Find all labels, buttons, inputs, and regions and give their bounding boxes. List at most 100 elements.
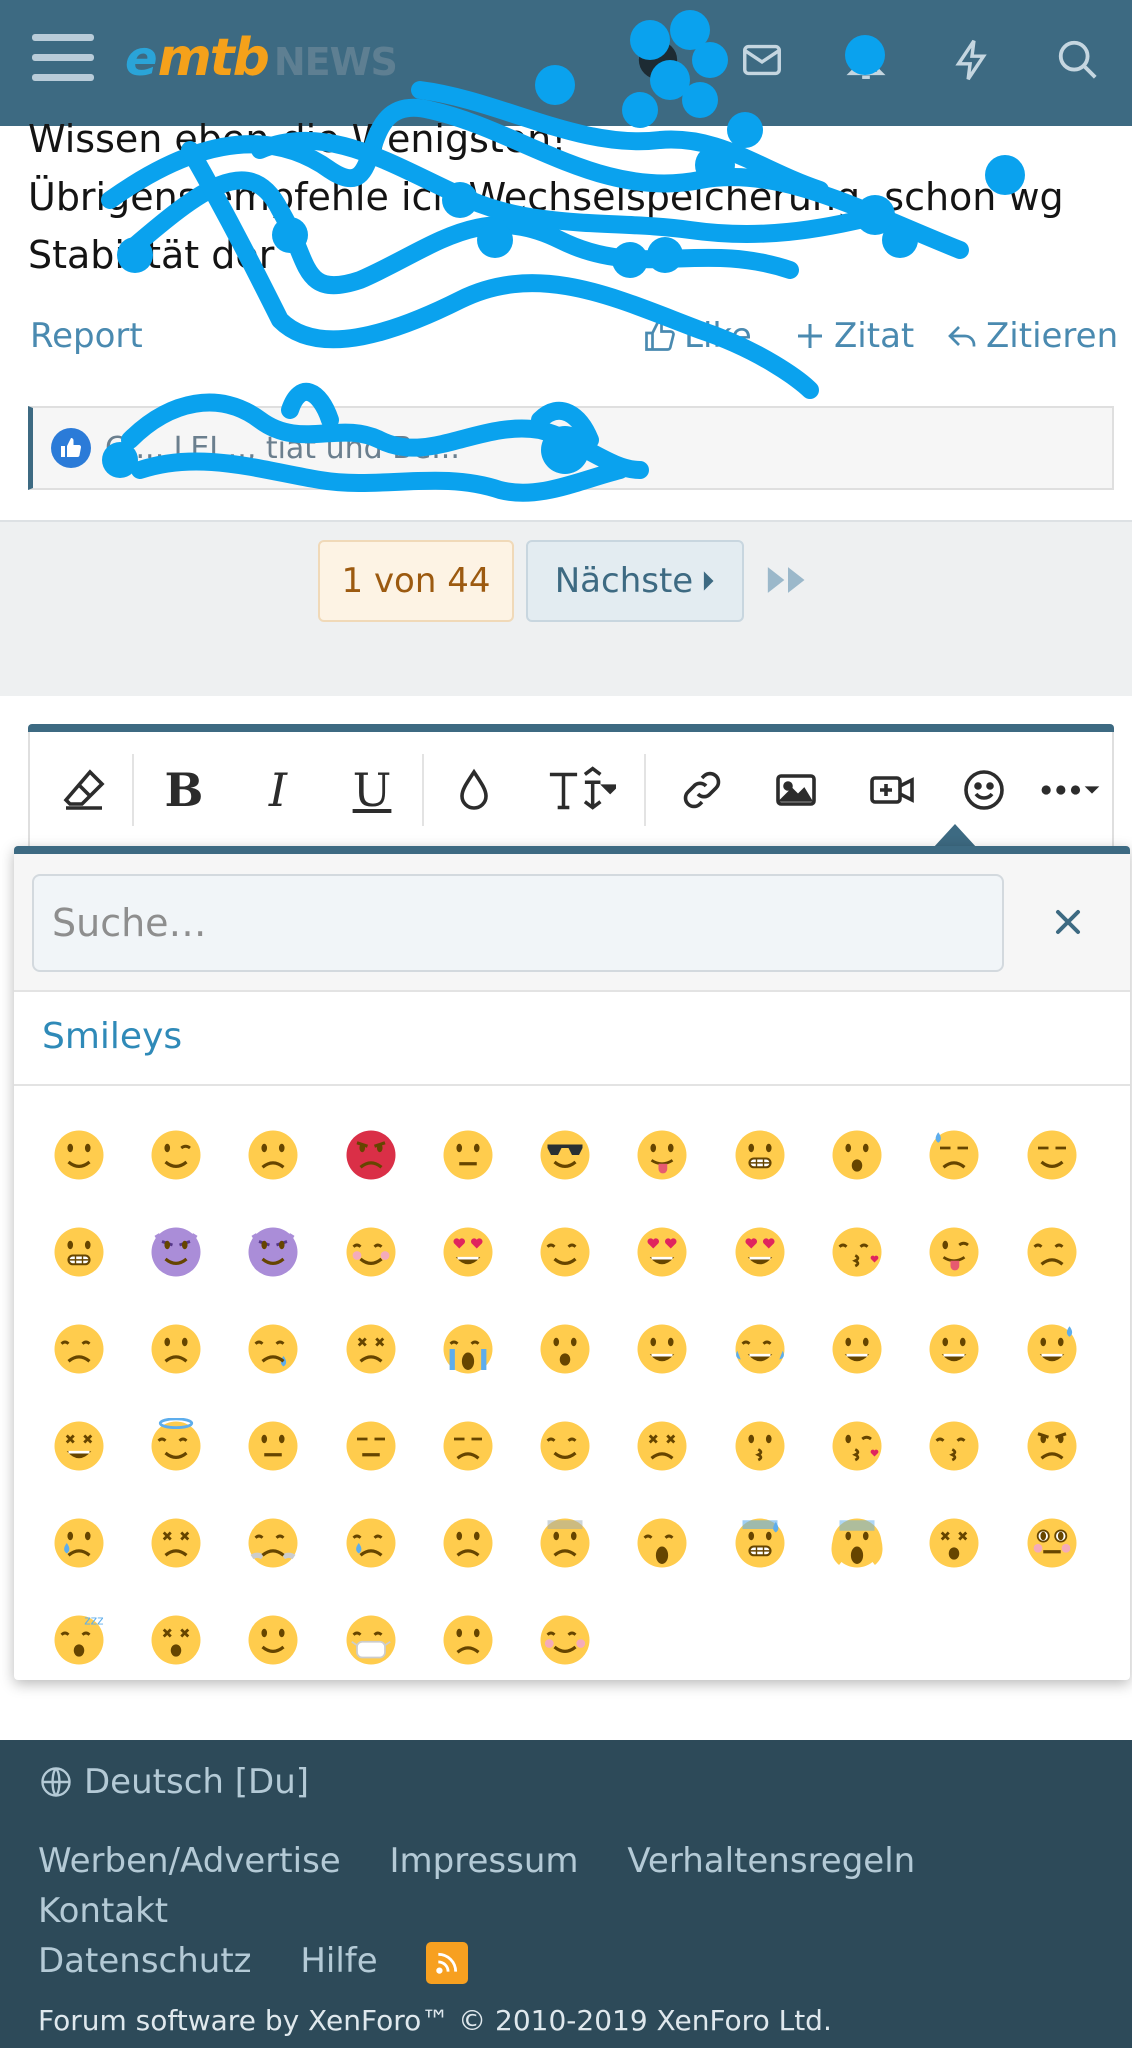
reaction-summary[interactable]: C..., LEI..., tiat und Be... [28,406,1114,490]
disappointed-face[interactable] [30,1300,127,1397]
slight-frown-face[interactable] [419,1591,516,1688]
grinning-face[interactable] [614,1300,711,1397]
footer-link-impressum[interactable]: Impressum [390,1841,579,1881]
footer-link-privacy[interactable]: Datenschutz [38,1941,252,1981]
flushed-face[interactable] [1003,1494,1100,1591]
avatar[interactable] [628,30,688,90]
image-icon[interactable] [764,758,828,822]
page-selector[interactable]: 1 von 44 [318,540,514,622]
multi-quote-button[interactable]: Zitat [792,316,914,356]
confounded-face[interactable] [614,1397,711,1494]
bolt-icon[interactable] [942,30,1002,90]
footer-link-contact[interactable]: Kontakt [38,1891,168,1931]
tongue-face[interactable] [614,1106,711,1203]
eraser-icon[interactable] [52,758,116,822]
search-icon[interactable] [1048,30,1108,90]
halo-face[interactable] [127,1397,224,1494]
close-icon[interactable] [1044,898,1092,946]
crying-face-icon [54,1518,104,1567]
footer-link-advertise[interactable]: Werben/Advertise [38,1841,341,1881]
language-chooser[interactable]: Deutsch [Du] [38,1762,309,1802]
smiling-face[interactable] [30,1106,127,1203]
grimacing-face[interactable] [30,1203,127,1300]
imp-face[interactable] [225,1203,322,1300]
quote-button[interactable]: Zitieren [944,316,1118,356]
worried-face[interactable] [419,1494,516,1591]
downcast-sweat-face[interactable] [906,1106,1003,1203]
kissing-closed-eyes-face[interactable] [906,1397,1003,1494]
menu-icon[interactable] [32,34,94,82]
smirking-face[interactable] [1003,1106,1100,1203]
rss-icon[interactable] [426,1941,469,1984]
screaming-face[interactable] [808,1494,905,1591]
dizzy-face[interactable] [127,1591,224,1688]
footer-link-rules[interactable]: Verhaltensregeln [627,1841,915,1881]
winking-face[interactable] [127,1106,224,1203]
italic-button[interactable]: I [246,758,310,822]
kissing-face[interactable] [711,1397,808,1494]
link-icon[interactable] [670,758,734,822]
weary-face[interactable] [614,1494,711,1591]
relieved-face[interactable] [516,1203,613,1300]
sobbing-face[interactable] [419,1300,516,1397]
sad-relieved-face[interactable] [322,1494,419,1591]
unamused-face[interactable] [419,1397,516,1494]
grimacing-face[interactable] [711,1106,808,1203]
heart-eyes-face[interactable] [711,1203,808,1300]
quote-label: Zitieren [986,316,1119,356]
sleeping-face[interactable]: zzz [30,1591,127,1688]
neutral-face[interactable] [225,1397,322,1494]
imp-face[interactable] [127,1203,224,1300]
text-size-icon[interactable] [536,758,626,822]
bold-button[interactable]: B [152,758,216,822]
footer-link-help[interactable]: Hilfe [300,1941,377,1981]
open-mouth-face[interactable] [808,1106,905,1203]
no-mouth-face[interactable] [225,1591,322,1688]
persevering-face[interactable] [127,1494,224,1591]
heart-eyes-face[interactable] [614,1203,711,1300]
last-page-button[interactable] [766,558,816,602]
dizzy-face[interactable] [906,1494,1003,1591]
inbox-icon[interactable] [732,30,792,90]
report-link[interactable]: Report [30,316,143,356]
pouting-face[interactable] [1003,1397,1100,1494]
like-button[interactable]: Like [642,316,752,356]
kissing-wink-face[interactable] [808,1397,905,1494]
crying-face[interactable] [30,1494,127,1591]
video-icon[interactable] [860,758,924,822]
emoji-search-input[interactable] [32,874,1004,972]
smiley-icon[interactable] [952,758,1016,822]
next-page-button[interactable]: Nächste [526,540,744,622]
mask-face[interactable] [322,1591,419,1688]
hushed-face[interactable] [516,1300,613,1397]
laughing-face[interactable] [30,1397,127,1494]
blushing-face[interactable] [322,1203,419,1300]
anxious-face[interactable] [516,1494,613,1591]
sleepy-face[interactable] [225,1300,322,1397]
more-icon[interactable] [1030,758,1110,822]
tears-of-joy-face[interactable] [711,1300,808,1397]
halo-face-icon [151,1417,201,1470]
big-smile-face[interactable] [906,1300,1003,1397]
fearful-face[interactable] [711,1494,808,1591]
angry-face[interactable] [322,1106,419,1203]
sunglasses-face[interactable] [516,1106,613,1203]
underline-button[interactable]: U [340,758,404,822]
relaxed-face[interactable] [516,1591,613,1688]
heart-eyes-face[interactable] [419,1203,516,1300]
expressionless-face[interactable] [322,1397,419,1494]
crazy-face[interactable] [906,1203,1003,1300]
color-icon[interactable] [442,758,506,822]
pensive-face[interactable] [516,1397,613,1494]
triumph-face[interactable] [225,1494,322,1591]
tired-face[interactable] [322,1300,419,1397]
worried-face[interactable] [127,1300,224,1397]
kissing-heart-face[interactable] [808,1203,905,1300]
smiley-face[interactable] [808,1300,905,1397]
disappointed-face[interactable] [1003,1203,1100,1300]
sweat-smile-face[interactable] [1003,1300,1100,1397]
confused-face[interactable] [419,1106,516,1203]
frowning-face[interactable] [225,1106,322,1203]
site-logo[interactable]: e mtb NEWS [125,28,398,92]
bell-icon[interactable] [836,30,896,90]
